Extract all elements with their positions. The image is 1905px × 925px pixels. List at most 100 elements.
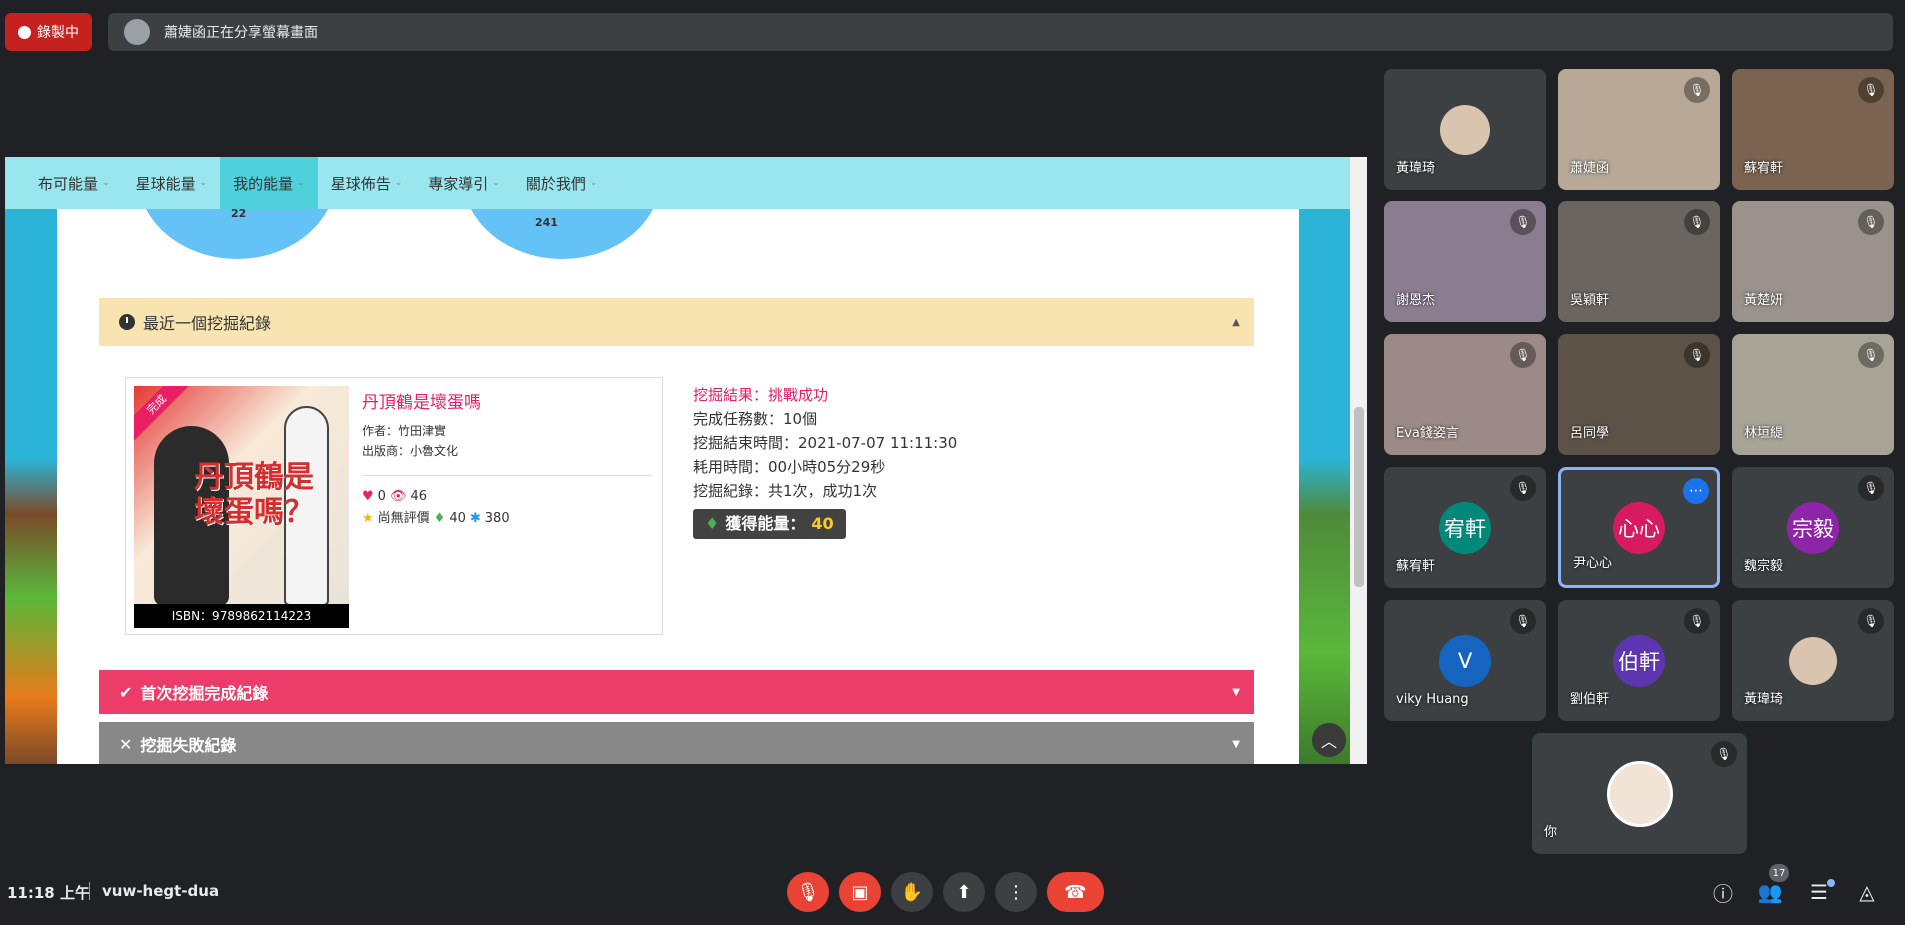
result-end-time: 挖掘結束時間：2021-07-07 11:11:30 — [693, 434, 958, 452]
participant-tile[interactable]: 🎙 V viky Huang — [1384, 600, 1546, 721]
camera-toggle-button[interactable]: ▣ — [839, 872, 881, 912]
chevron-down-icon: ⌄ — [492, 178, 500, 188]
mic-off-icon: 🎙 — [1858, 209, 1884, 235]
avatar: 宗毅 — [1787, 501, 1839, 554]
panel-title: 最近一個挖掘紀錄 — [143, 314, 272, 333]
screen-share-banner: 蕭婕函正在分享螢幕畫面 — [108, 13, 1893, 51]
activities-icon: ◬ — [1859, 880, 1875, 904]
stat-circle-label: 22 — [231, 209, 247, 220]
participant-tile[interactable]: 🎙 蕭婕函 — [1558, 69, 1720, 190]
participant-tile[interactable]: 🎙 蘇宥軒 — [1732, 69, 1894, 190]
current-time: 11:18 上午 — [7, 884, 90, 902]
participant-tile[interactable]: 🎙 黃瑋琦 — [1732, 600, 1894, 721]
mic-off-icon: 🎙 — [1510, 209, 1536, 235]
mic-off-icon: 🎙 — [1684, 77, 1710, 103]
participant-tile[interactable]: 🎙 伯軒 劉伯軒 — [1558, 600, 1720, 721]
hand-icon: ✋ — [900, 881, 924, 903]
scrollbar-thumb[interactable] — [1354, 407, 1364, 587]
info-icon: ⓘ — [1713, 881, 1733, 906]
end-call-button[interactable]: ☎ — [1047, 872, 1104, 912]
participant-tile[interactable]: 🎙 Eva錢姿言 — [1384, 334, 1546, 455]
book-cover[interactable]: 丹頂鶴是壞蛋嗎？ 完成 — [134, 386, 349, 611]
background-scenery-right — [1299, 209, 1350, 764]
shared-screen: 布可能量 ⌄ 星球能量 ⌄ 我的能量 ⌄ 星球佈告 ⌄ 專家導引 ⌄ 關於我們 ⌄ 22 2… — [5, 157, 1367, 764]
first-record-panel-header[interactable]: ✔ 首次挖掘完成紀錄 ▼ — [99, 670, 1254, 714]
participant-tile[interactable]: 🎙 宗毅 魏宗毅 — [1732, 467, 1894, 588]
participant-tile[interactable]: 黃瑋琦 — [1384, 69, 1546, 190]
raise-hand-button[interactable]: ✋ — [891, 872, 933, 912]
back-to-top-button[interactable]: ︿ — [1312, 723, 1346, 757]
mic-off-icon: 🎙 — [1858, 608, 1884, 634]
participant-tile-speaking[interactable]: ⋯ 心心 尹心心 — [1558, 467, 1720, 588]
leaf-icon: ♦ — [705, 514, 720, 533]
participant-tile[interactable]: 🎙 呂同學 — [1558, 334, 1720, 455]
caret-up-icon: ▲ — [1232, 316, 1240, 328]
recording-label: 錄製中 — [37, 25, 79, 41]
people-button[interactable]: 👥 — [1756, 878, 1784, 906]
mic-off-icon: 🎙 — [1684, 209, 1710, 235]
activities-button[interactable]: ◬ — [1853, 878, 1881, 906]
chevron-up-icon: ︿ — [1320, 732, 1337, 751]
mic-toggle-button[interactable]: 🎙 — [787, 872, 829, 912]
avatar — [1789, 636, 1837, 685]
more-options-button[interactable]: ⋮ — [995, 872, 1037, 912]
book-title-link[interactable]: 丹頂鶴是壞蛋嗎 — [362, 388, 652, 413]
mic-off-icon: 🎙 — [1510, 475, 1536, 501]
nav-item-3[interactable]: 我的能量 ⌄ — [220, 157, 318, 209]
heart-icon[interactable]: ♥ — [362, 486, 374, 508]
fail-record-panel-header[interactable]: ✕ 挖掘失敗紀錄 ▼ — [99, 722, 1254, 764]
presenter-avatar — [124, 19, 150, 45]
snowflake-icon: ✱ — [469, 511, 481, 526]
chevron-down-icon: ⌄ — [102, 178, 110, 188]
avatar: 宥軒 — [1439, 501, 1491, 554]
participant-tile[interactable]: 🎙 黃楚妍 — [1732, 201, 1894, 322]
leaf-icon: ♦ — [433, 511, 446, 526]
participant-tile[interactable]: 🎙 宥軒 蘇宥軒 — [1384, 467, 1546, 588]
share-banner-text: 蕭婕函正在分享螢幕畫面 — [164, 25, 318, 41]
meeting-info-button[interactable]: ⓘ — [1709, 878, 1737, 906]
present-button[interactable]: ⬆ — [943, 872, 985, 912]
result-title: 挖掘結果：挑戰成功 — [693, 386, 829, 404]
nav-item-4[interactable]: 星球佈告 ⌄ — [318, 157, 416, 209]
book-author: 作者：竹田津實 — [362, 424, 447, 438]
chevron-down-icon: ⌄ — [297, 178, 305, 188]
phone-hangup-icon: ☎ — [1064, 881, 1087, 903]
present-screen-icon: ⬆ — [956, 881, 972, 903]
stat-circle — [462, 209, 662, 259]
nav-item-5[interactable]: 專家導引 ⌄ — [415, 157, 513, 209]
recording-indicator[interactable]: 錄製中 — [5, 13, 92, 51]
result-tasks: 完成任務數：10個 — [693, 410, 818, 428]
nav-item-6[interactable]: 關於我們 ⌄ — [513, 157, 611, 209]
energy-badge: ♦ 獲得能量： 40 — [693, 509, 846, 539]
divider — [89, 882, 90, 900]
nav-item-2[interactable]: 星球能量 ⌄ — [123, 157, 221, 209]
avatar: 心心 — [1613, 501, 1665, 554]
recent-record-panel-header[interactable]: 最近一個挖掘紀錄 ▲ — [99, 298, 1254, 346]
mic-off-icon: 🎙 — [1684, 608, 1710, 634]
mic-off-icon: 🎙 — [1858, 77, 1884, 103]
result-record: 挖掘紀錄：共1次，成功1次 — [693, 482, 878, 500]
participant-tile[interactable]: 🎙 林垣緹 — [1732, 334, 1894, 455]
eye-icon: 👁 — [389, 489, 407, 504]
caret-down-icon: ▼ — [1232, 686, 1240, 698]
chat-notification-dot — [1827, 879, 1835, 887]
mic-off-icon: 🎙 — [1858, 342, 1884, 368]
self-tile[interactable]: 🎙 你 — [1532, 733, 1747, 854]
people-icon: 👥 — [1757, 880, 1783, 904]
people-count-badge: 17 — [1769, 864, 1789, 882]
participant-tile[interactable]: 🎙 謝恩杰 — [1384, 201, 1546, 322]
stat-circle-label: 241 — [535, 216, 558, 229]
book-info: 丹頂鶴是壞蛋嗎 作者：竹田津實 出版商：小魯文化 ♥ 0 👁 46 ★ 尚無評價 ♦ 4… — [362, 388, 652, 530]
chevron-down-icon: ⌄ — [589, 178, 598, 188]
participant-tile[interactable]: 🎙 吳穎軒 — [1558, 201, 1720, 322]
avatar — [1440, 104, 1490, 155]
book-rating-row: ★ 尚無評價 ♦ 40 ✱ 380 — [362, 508, 652, 530]
more-options-icon[interactable]: ⋯ — [1683, 478, 1709, 504]
mic-off-icon: 🎙 — [1711, 741, 1737, 767]
nav-item-1[interactable]: 布可能量 ⌄ — [25, 157, 123, 209]
chevron-down-icon: ⌄ — [199, 178, 208, 188]
background-scenery-left — [5, 209, 57, 764]
avatar: V — [1439, 634, 1491, 687]
book-card[interactable]: 丹頂鶴是壞蛋嗎？ 完成 ISBN：9789862114223 丹頂鶴是壞蛋嗎 作… — [125, 377, 663, 635]
page-content: 22 241 最近一個挖掘紀錄 ▲ 丹頂鶴是壞蛋嗎？ 完成 ISBN：97898… — [57, 209, 1299, 764]
